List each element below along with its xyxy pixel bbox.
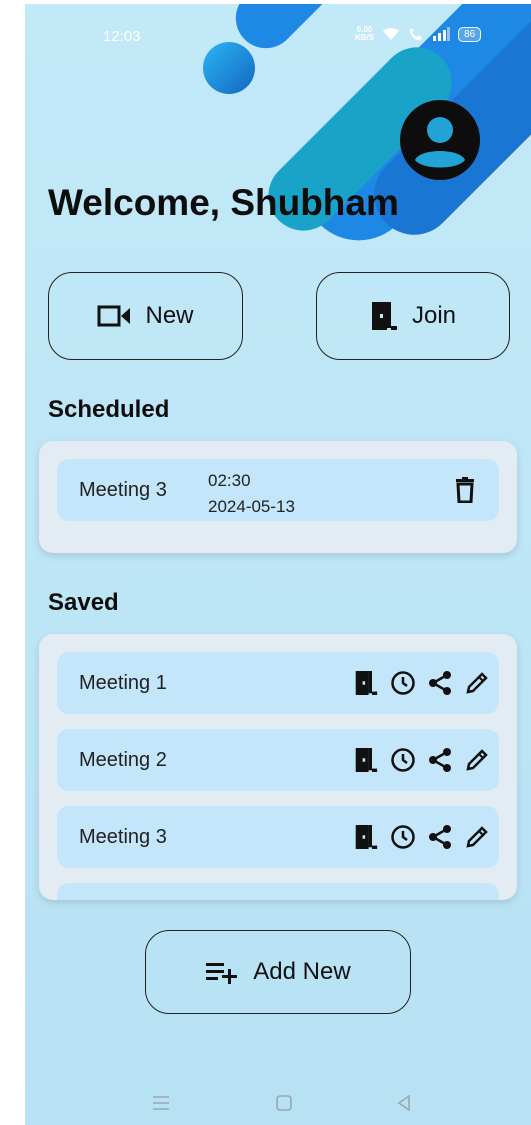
add-new-label: Add New xyxy=(253,958,351,985)
door-icon xyxy=(371,302,397,330)
status-icons: 0.00 KB/S 86 xyxy=(355,25,482,42)
scheduled-item[interactable]: Meeting 3 02:30 2024-05-13 xyxy=(57,459,499,521)
door-icon[interactable] xyxy=(352,668,380,698)
edit-icon[interactable] xyxy=(463,668,491,698)
welcome-title: Welcome, Shubham xyxy=(48,182,399,223)
status-bar: 12:03 0.00 KB/S 86 xyxy=(25,4,531,74)
saved-item-actions xyxy=(352,822,491,852)
edit-icon[interactable] xyxy=(463,822,491,852)
saved-section-title: Saved xyxy=(48,589,119,616)
status-time: 12:03 xyxy=(103,28,141,45)
scheduled-card: Meeting 3 02:30 2024-05-13 xyxy=(39,441,517,553)
system-nav-bar xyxy=(25,1074,531,1124)
delete-icon[interactable] xyxy=(455,477,475,503)
clock-icon[interactable] xyxy=(389,822,417,852)
door-icon[interactable] xyxy=(352,822,380,852)
saved-item[interactable]: Meeting 1 xyxy=(57,652,499,714)
saved-item-partial[interactable] xyxy=(57,883,499,900)
saved-item-actions xyxy=(352,668,491,698)
account-circle-icon[interactable] xyxy=(398,98,482,182)
wifi-icon xyxy=(383,27,400,40)
share-icon[interactable] xyxy=(426,745,454,775)
scheduled-section-title: Scheduled xyxy=(48,396,170,423)
saved-item-name: Meeting 3 xyxy=(79,825,167,848)
videocam-icon xyxy=(97,305,131,327)
saved-card: Meeting 1 Meeting 2 Meeting 3 xyxy=(39,634,517,900)
saved-item[interactable]: Meeting 2 xyxy=(57,729,499,791)
saved-item-actions xyxy=(352,745,491,775)
add-new-button[interactable]: Add New xyxy=(145,930,411,1014)
signal-icon xyxy=(433,27,451,41)
share-icon[interactable] xyxy=(426,822,454,852)
door-icon[interactable] xyxy=(352,745,380,775)
new-meeting-button[interactable]: New xyxy=(48,272,243,360)
edit-icon[interactable] xyxy=(463,745,491,775)
clock-icon[interactable] xyxy=(389,668,417,698)
join-button-label: Join xyxy=(411,302,457,329)
new-button-label: New xyxy=(145,302,194,329)
back-icon[interactable] xyxy=(389,1088,419,1118)
saved-item-name: Meeting 2 xyxy=(79,748,167,771)
saved-item-name: Meeting 1 xyxy=(79,671,167,694)
join-meeting-button[interactable]: Join xyxy=(316,272,510,360)
playlist-add-icon xyxy=(206,963,238,984)
scheduled-item-name: Meeting 3 xyxy=(79,478,167,501)
home-icon[interactable] xyxy=(269,1088,299,1118)
app-screen: 12:03 0.00 KB/S 86 Welcome, Shubham New … xyxy=(25,4,531,1125)
saved-item[interactable]: Meeting 3 xyxy=(57,806,499,868)
network-speed: 0.00 KB/S xyxy=(355,25,375,42)
scheduled-item-datetime: 02:30 2024-05-13 xyxy=(208,471,295,516)
share-icon[interactable] xyxy=(426,668,454,698)
clock-icon[interactable] xyxy=(389,745,417,775)
battery-indicator: 86 xyxy=(458,26,482,42)
call-icon xyxy=(410,28,423,41)
menu-icon[interactable] xyxy=(146,1088,176,1118)
